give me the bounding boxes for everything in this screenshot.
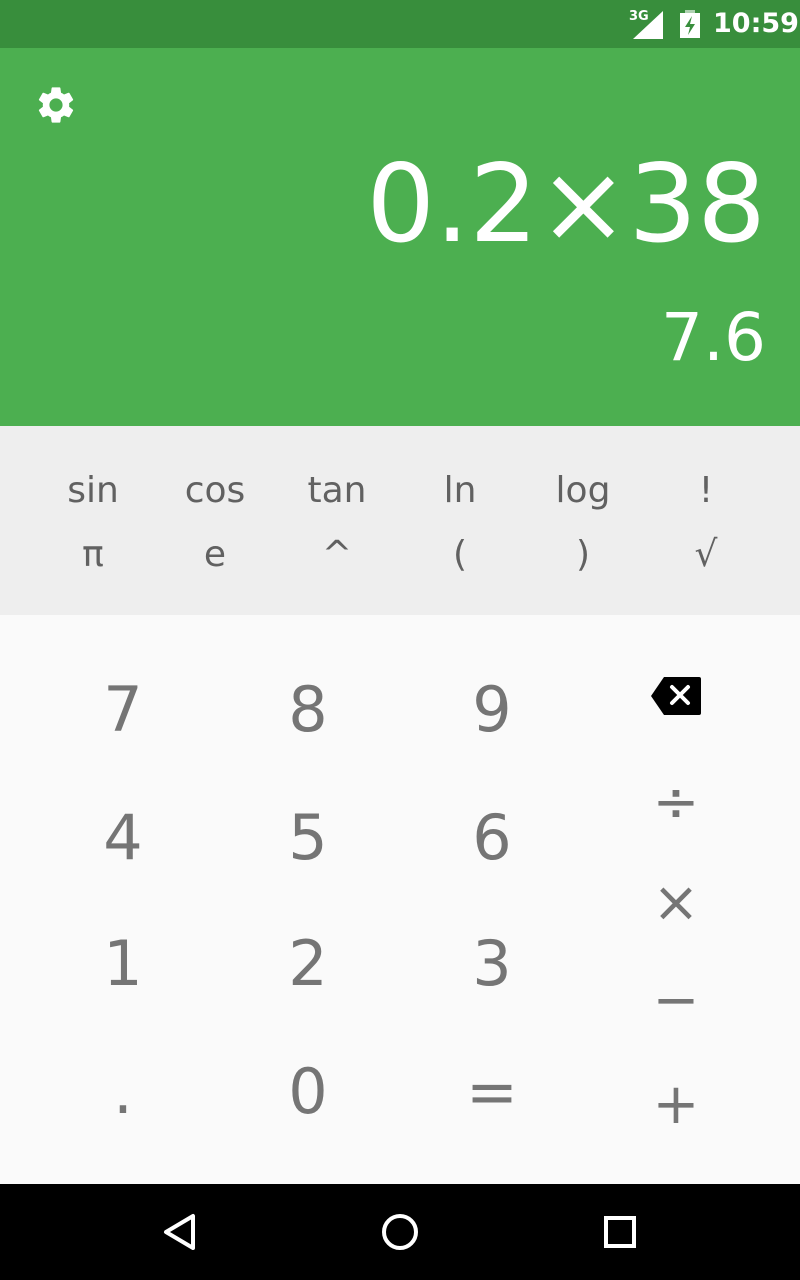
battery-charging-icon: [680, 10, 700, 38]
divide-button[interactable]: ÷: [617, 757, 735, 849]
keypad: 7 8 9 4 5 6 1 2 3 . 0 = ÷ × − +: [0, 615, 800, 1184]
ln-button[interactable]: ln: [405, 464, 515, 518]
home-button[interactable]: [360, 1204, 440, 1260]
tan-button[interactable]: tan: [282, 464, 392, 518]
digit-6-button[interactable]: 6: [417, 783, 567, 893]
digit-5-button[interactable]: 5: [233, 783, 383, 893]
pi-button[interactable]: π: [38, 528, 148, 582]
back-button[interactable]: [140, 1204, 220, 1260]
factorial-button[interactable]: !: [651, 464, 761, 518]
decimal-point-button[interactable]: .: [48, 1037, 198, 1147]
delete-button[interactable]: [617, 651, 735, 743]
home-circle-icon: [382, 1214, 418, 1250]
navigation-bar: [0, 1184, 800, 1280]
recents-button[interactable]: [580, 1204, 660, 1260]
add-button[interactable]: +: [617, 1059, 735, 1151]
sqrt-button[interactable]: √: [651, 528, 761, 582]
e-button[interactable]: e: [160, 528, 270, 582]
subtract-button[interactable]: −: [617, 955, 735, 1047]
result-display: 7.6: [661, 299, 766, 376]
digit-3-button[interactable]: 3: [417, 909, 567, 1019]
recents-square-icon: [604, 1216, 636, 1248]
status-bar: 3G 10:59: [0, 0, 800, 48]
equals-button[interactable]: =: [417, 1037, 567, 1147]
left-paren-button[interactable]: (: [405, 528, 515, 582]
signal-icon: [633, 11, 663, 39]
digit-0-button[interactable]: 0: [233, 1037, 383, 1147]
back-triangle-icon: [164, 1214, 195, 1250]
right-paren-button[interactable]: ): [528, 528, 638, 582]
digit-7-button[interactable]: 7: [48, 655, 198, 765]
advanced-functions-panel: sin cos tan ln log ! π e ^ ( ) √: [0, 426, 800, 615]
log-button[interactable]: log: [528, 464, 638, 518]
status-clock: 10:59: [713, 8, 799, 39]
digit-2-button[interactable]: 2: [233, 909, 383, 1019]
calculator-display: 0.2×38 7.6: [0, 48, 800, 426]
digit-9-button[interactable]: 9: [417, 655, 567, 765]
digit-1-button[interactable]: 1: [48, 909, 198, 1019]
digit-8-button[interactable]: 8: [233, 655, 383, 765]
digit-4-button[interactable]: 4: [48, 783, 198, 893]
power-button[interactable]: ^: [282, 528, 392, 582]
gear-icon[interactable]: [34, 83, 78, 127]
sin-button[interactable]: sin: [38, 464, 148, 518]
backspace-icon: [651, 677, 701, 715]
cos-button[interactable]: cos: [160, 464, 270, 518]
multiply-button[interactable]: ×: [617, 857, 735, 949]
formula-display: 0.2×38: [366, 142, 766, 267]
